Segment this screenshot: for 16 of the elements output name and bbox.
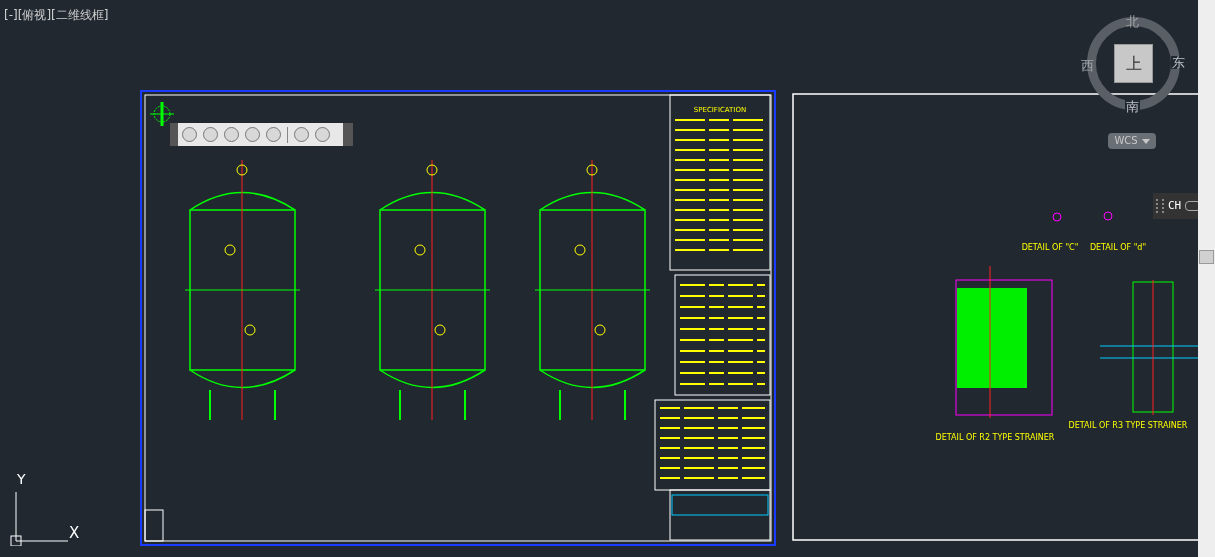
axis-label: X	[69, 526, 80, 541]
detail-drawing	[1052, 211, 1113, 222]
language-code: CH	[1168, 197, 1182, 214]
compass-label[interactable]: 南	[1125, 100, 1140, 113]
detail-caption: DETAIL OF "C"	[1021, 243, 1079, 252]
ucs-icon	[10, 490, 70, 546]
revision-block	[144, 509, 164, 542]
compass-label[interactable]: 东	[1171, 56, 1186, 69]
viewcube-face[interactable]: 上	[1114, 44, 1153, 83]
axis-label: Y	[17, 472, 26, 486]
detail-caption: DETAIL OF R3 TYPE STRAINER	[1068, 421, 1188, 430]
detail-caption: DETAIL OF R2 TYPE STRAINER	[935, 433, 1055, 442]
detail-caption: DETAIL OF "d"	[1089, 243, 1147, 252]
viewport-label[interactable]: [-][俯视][二维线框]	[4, 6, 109, 24]
caret-icon	[1141, 138, 1150, 144]
grip-icon	[1156, 199, 1164, 213]
